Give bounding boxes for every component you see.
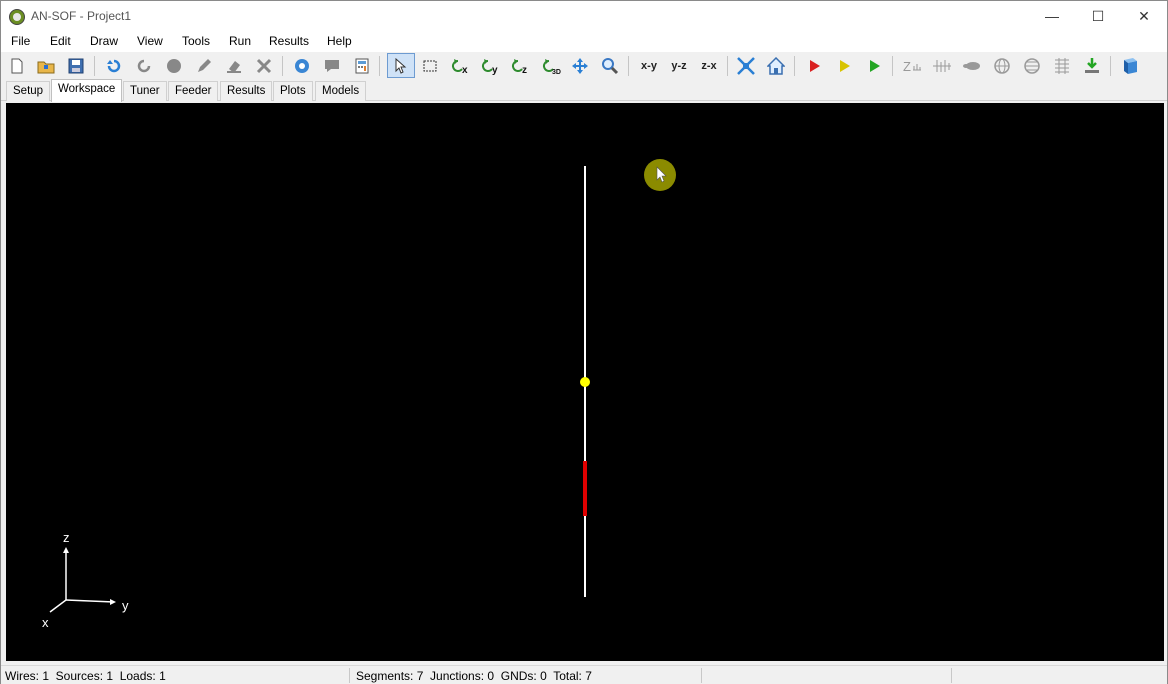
toolbar: x y z 3D x-y y-z z-x Z — [1, 52, 1167, 79]
title-bar: AN-SOF - Project1 — ☐ ✕ — [1, 1, 1167, 31]
menu-bar: File Edit Draw View Tools Run Results He… — [1, 31, 1167, 52]
status-segments-junctions: Segments: 7 Junctions: 0 GNDs: 0 Total: … — [356, 669, 592, 683]
run-red-icon[interactable] — [803, 55, 825, 77]
home-icon[interactable] — [765, 55, 787, 77]
toolbar-separator — [628, 56, 629, 76]
pan-icon[interactable] — [569, 55, 591, 77]
app-window: AN-SOF - Project1 — ☐ ✕ File Edit Draw V… — [0, 0, 1168, 684]
workspace-canvas[interactable]: z y x — [6, 103, 1164, 661]
rotate-3d-icon[interactable]: 3D — [539, 55, 565, 77]
axes-gizmo — [49, 547, 116, 613]
rotate-y-icon[interactable]: y — [479, 55, 501, 77]
table-icon[interactable] — [1051, 55, 1073, 77]
run-green-icon[interactable] — [863, 55, 885, 77]
toolbar-separator — [94, 56, 95, 76]
eraser-icon[interactable] — [223, 55, 245, 77]
rectangle-select-icon[interactable] — [419, 55, 441, 77]
toolbar-separator — [379, 56, 380, 76]
run-yellow-icon[interactable] — [833, 55, 855, 77]
globe-icon[interactable] — [991, 55, 1013, 77]
app-logo-icon — [9, 9, 25, 25]
axis-x-label: x — [42, 615, 49, 630]
workspace-drawing — [49, 159, 676, 613]
svg-text:Z: Z — [903, 59, 911, 74]
window-title: AN-SOF - Project1 — [31, 9, 132, 23]
status-wires-sources-loads: Wires: 1 Sources: 1 Loads: 1 — [5, 669, 166, 683]
menu-results[interactable]: Results — [269, 34, 309, 48]
pattern-icon[interactable] — [961, 55, 983, 77]
tab-bar: Setup Workspace Tuner Feeder Results Plo… — [1, 79, 1167, 102]
toolbar-separator — [1110, 56, 1111, 76]
toolbar-separator — [282, 56, 283, 76]
rotate-x-icon[interactable]: x — [449, 55, 471, 77]
tab-models[interactable]: Models — [315, 81, 367, 101]
tab-tuner[interactable]: Tuner — [123, 81, 167, 101]
help-book-icon[interactable] — [1119, 55, 1141, 77]
zoom-icon[interactable] — [599, 55, 621, 77]
svg-text:z: z — [522, 65, 527, 75]
status-divider — [349, 668, 350, 683]
redo-icon[interactable] — [133, 55, 155, 77]
comment-icon[interactable] — [321, 55, 343, 77]
svg-text:3D: 3D — [552, 69, 561, 75]
status-bar: Wires: 1 Sources: 1 Loads: 1 Segments: 7… — [1, 665, 1167, 684]
tab-feeder[interactable]: Feeder — [168, 81, 219, 101]
new-file-icon[interactable] — [6, 55, 28, 77]
tab-results[interactable]: Results — [220, 81, 273, 101]
export-icon[interactable] — [1081, 55, 1103, 77]
source-marker[interactable] — [580, 377, 590, 387]
impedance-icon[interactable]: Z — [901, 55, 923, 77]
axis-y-label: y — [122, 598, 129, 613]
svg-text:y: y — [492, 65, 498, 75]
close-button[interactable]: ✕ — [1121, 1, 1167, 31]
toolbar-separator — [727, 56, 728, 76]
tab-plots[interactable]: Plots — [273, 81, 313, 101]
open-folder-icon[interactable] — [35, 55, 57, 77]
menu-run[interactable]: Run — [229, 34, 251, 48]
menu-view[interactable]: View — [137, 34, 163, 48]
fit-view-icon[interactable] — [735, 55, 757, 77]
toolbar-separator — [892, 56, 893, 76]
menu-help[interactable]: Help — [327, 34, 352, 48]
view-xy-button[interactable]: x-y — [637, 55, 661, 77]
axis-z-label: z — [63, 530, 70, 545]
svg-text:x: x — [462, 65, 468, 75]
menu-draw[interactable]: Draw — [90, 34, 118, 48]
status-divider — [951, 668, 952, 683]
globe-3d-icon[interactable] — [1021, 55, 1043, 77]
undo-icon[interactable] — [103, 55, 125, 77]
view-zx-button[interactable]: z-x — [697, 55, 721, 77]
tab-workspace[interactable]: Workspace — [51, 79, 123, 102]
stop-icon[interactable] — [163, 55, 185, 77]
rotate-z-icon[interactable]: z — [509, 55, 531, 77]
pencil-icon[interactable] — [193, 55, 215, 77]
save-icon[interactable] — [65, 55, 87, 77]
delete-icon[interactable] — [253, 55, 275, 77]
maximize-button[interactable]: ☐ — [1075, 1, 1121, 31]
select-pointer-icon[interactable] — [387, 53, 415, 78]
minimize-button[interactable]: — — [1029, 1, 1075, 31]
view-yz-button[interactable]: y-z — [667, 55, 691, 77]
settings-icon[interactable] — [291, 55, 313, 77]
menu-tools[interactable]: Tools — [182, 34, 210, 48]
menu-edit[interactable]: Edit — [50, 34, 71, 48]
tab-setup[interactable]: Setup — [6, 81, 51, 101]
status-divider — [701, 668, 702, 683]
current-icon[interactable] — [931, 55, 953, 77]
calculator-icon[interactable] — [351, 55, 373, 77]
toolbar-separator — [794, 56, 795, 76]
menu-file[interactable]: File — [11, 34, 30, 48]
